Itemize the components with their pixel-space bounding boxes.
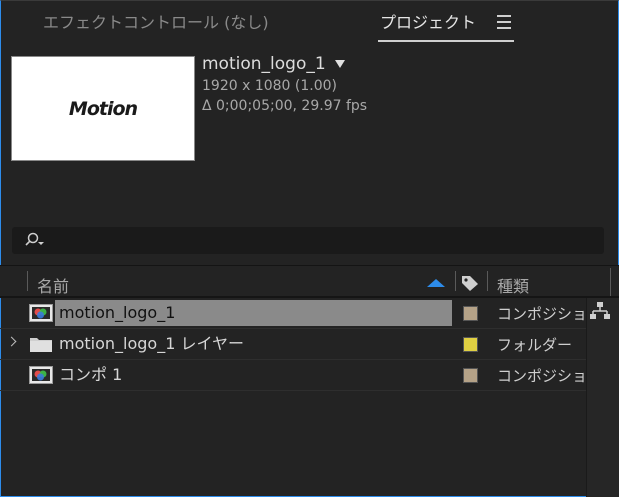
composition-thumbnail: Motion [11, 56, 195, 161]
list-item[interactable]: コンポ 1 コンポジション [0, 360, 587, 390]
label-color-swatch[interactable] [463, 306, 478, 321]
preview-item-name[interactable]: motion_logo_1 [202, 54, 345, 74]
search-input[interactable] [56, 230, 600, 253]
preview-duration: Δ 0;00;05;00, 29.97 fps [202, 98, 368, 114]
column-header-name[interactable]: 名前 [37, 273, 69, 297]
item-name[interactable]: motion_logo_1 [59, 302, 175, 324]
search-icon[interactable] [24, 232, 46, 248]
column-divider[interactable] [487, 271, 488, 291]
item-kind: コンポジション [497, 367, 587, 385]
row-divider [0, 390, 586, 391]
composition-icon [29, 304, 53, 322]
panel-menu-icon[interactable] [497, 15, 511, 29]
composition-icon [29, 366, 53, 384]
sort-ascending-icon[interactable] [427, 279, 445, 287]
column-divider[interactable] [455, 271, 456, 291]
tab-project[interactable]: プロジェクト [380, 13, 476, 33]
item-kind: コンポジション [497, 305, 587, 323]
preview-dimensions: 1920 x 1080 (1.00) [202, 78, 337, 94]
column-divider[interactable] [610, 268, 611, 296]
item-name[interactable]: コンポ 1 [59, 364, 122, 386]
item-kind: フォルダー [497, 336, 573, 354]
active-tab-underline [378, 40, 514, 42]
dropdown-triangle-icon[interactable] [334, 60, 345, 68]
item-name[interactable]: motion_logo_1 レイヤー [59, 333, 244, 355]
right-gutter [586, 298, 619, 497]
label-tag-icon[interactable] [460, 274, 480, 292]
search-bar[interactable] [12, 227, 604, 254]
column-header-kind[interactable]: 種類 [497, 273, 529, 297]
folder-icon [30, 338, 52, 352]
column-divider[interactable] [27, 271, 28, 291]
expand-chevron-icon[interactable] [6, 336, 17, 347]
preview-name-label: motion_logo_1 [202, 54, 326, 74]
label-color-swatch[interactable] [463, 337, 478, 352]
label-color-swatch[interactable] [463, 368, 478, 383]
tab-effect-controls[interactable]: エフェクトコントロール (なし) [43, 13, 269, 33]
flowchart-icon[interactable] [589, 301, 611, 321]
list-item[interactable]: motion_logo_1 コンポジション [0, 298, 587, 328]
thumbnail-logo-text: Motion [68, 97, 138, 120]
list-item[interactable]: motion_logo_1 レイヤー フォルダー [0, 329, 586, 359]
